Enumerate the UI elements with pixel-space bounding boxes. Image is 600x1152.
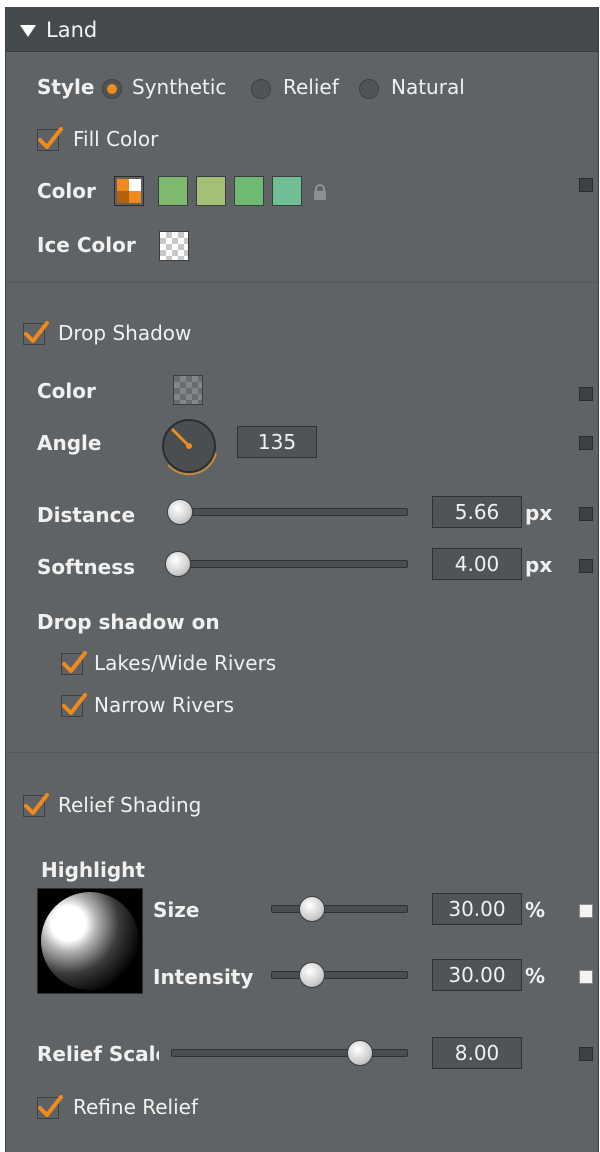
relief-shading-label[interactable]: Relief Shading [58,793,201,817]
color-swatch-3[interactable] [234,176,264,206]
relief-shading-checkbox[interactable] [23,793,49,817]
lakes-label[interactable]: Lakes/Wide Rivers [94,651,276,675]
fill-color-label[interactable]: Fill Color [73,127,158,151]
swatch-quadrant [129,179,141,191]
shadow-color-label: Color [37,379,96,403]
distance-slider-knob[interactable] [167,499,193,525]
refine-relief-label[interactable]: Refine Relief [73,1095,198,1119]
radio-natural[interactable] [359,79,379,99]
ice-color-label: Ice Color [37,233,136,257]
swatch-quadrant [117,191,129,203]
checkmark-icon [24,321,49,343]
angle-input[interactable]: 135 [237,426,317,458]
drop-shadow-on-label: Drop shadow on [37,610,220,634]
distance-keyframe-toggle[interactable] [579,507,593,521]
shadow-color-keyframe-toggle[interactable] [579,387,593,401]
size-slider-track[interactable] [271,905,408,913]
intensity-keyframe-toggle[interactable] [579,970,593,984]
highlight-sphere [41,892,139,990]
drop-shadow-label[interactable]: Drop Shadow [58,321,191,345]
intensity-label: Intensity [153,965,254,989]
lakes-checkbox[interactable] [61,651,87,675]
size-slider-knob[interactable] [299,896,325,922]
color-swatch-4[interactable] [272,176,302,206]
intensity-slider-knob[interactable] [299,962,325,988]
distance-slider-track[interactable] [177,508,408,516]
section-header[interactable]: Land [6,7,598,52]
highlight-label: Highlight [41,858,145,882]
radio-synthetic[interactable] [102,79,122,99]
softness-keyframe-toggle[interactable] [579,559,593,573]
intensity-input[interactable]: 30.00 [432,959,522,991]
softness-slider-knob[interactable] [165,551,191,577]
distance-label: Distance [37,503,136,527]
relief-scale-input[interactable]: 8.00 [432,1037,522,1069]
angle-dial[interactable] [160,417,220,477]
radio-relief-label[interactable]: Relief [283,75,339,99]
angle-label: Angle [37,431,102,455]
distance-input[interactable]: 5.66 [432,496,522,528]
land-panel: Land Style Synthetic Relief Natural Fill… [5,7,599,1152]
checkmark-icon [38,1095,63,1117]
collapse-triangle-icon[interactable] [20,25,36,37]
color-label: Color [37,179,96,203]
narrow-rivers-label[interactable]: Narrow Rivers [94,693,234,717]
radio-natural-label[interactable]: Natural [391,75,465,99]
radio-synthetic-label[interactable]: Synthetic [132,75,226,99]
size-input[interactable]: 30.00 [432,893,522,925]
ice-color-swatch[interactable] [159,231,189,261]
lock-icon[interactable] [313,184,327,200]
softness-input[interactable]: 4.00 [432,548,522,580]
checkmark-icon [24,793,49,815]
drop-shadow-checkbox[interactable] [23,321,49,345]
size-keyframe-toggle[interactable] [579,904,593,918]
softness-unit: px [525,553,553,577]
color-swatch-1[interactable] [158,176,188,206]
distance-unit: px [525,501,553,525]
section-title: Land [46,18,98,42]
relief-scale-keyframe-toggle[interactable] [579,1047,593,1061]
fill-color-checkbox[interactable] [37,127,63,151]
intensity-slider-track[interactable] [271,971,408,979]
softness-label: Softness [37,555,136,579]
narrow-rivers-checkbox[interactable] [61,693,87,717]
checkmark-icon [62,651,87,673]
intensity-unit: % [525,964,546,988]
swatch-quadrant [117,179,129,191]
color-keyframe-toggle[interactable] [579,178,593,192]
highlight-preview[interactable] [37,888,143,994]
checkmark-icon [38,127,63,149]
checkmark-icon [62,693,87,715]
selected-color-swatch[interactable] [114,176,144,206]
relief-scale-label: Relief Scale [37,1042,159,1066]
radio-relief[interactable] [251,79,271,99]
size-label: Size [153,898,200,922]
relief-scale-slider-knob[interactable] [347,1040,373,1066]
shadow-color-swatch[interactable] [173,375,203,405]
section-divider [6,752,598,753]
angle-keyframe-toggle[interactable] [579,436,593,450]
section-divider [6,282,598,283]
swatch-quadrant [129,191,141,203]
style-label: Style [37,75,95,99]
size-unit: % [525,898,546,922]
refine-relief-checkbox[interactable] [37,1095,63,1119]
color-swatch-2[interactable] [196,176,226,206]
softness-slider-track[interactable] [177,560,408,568]
